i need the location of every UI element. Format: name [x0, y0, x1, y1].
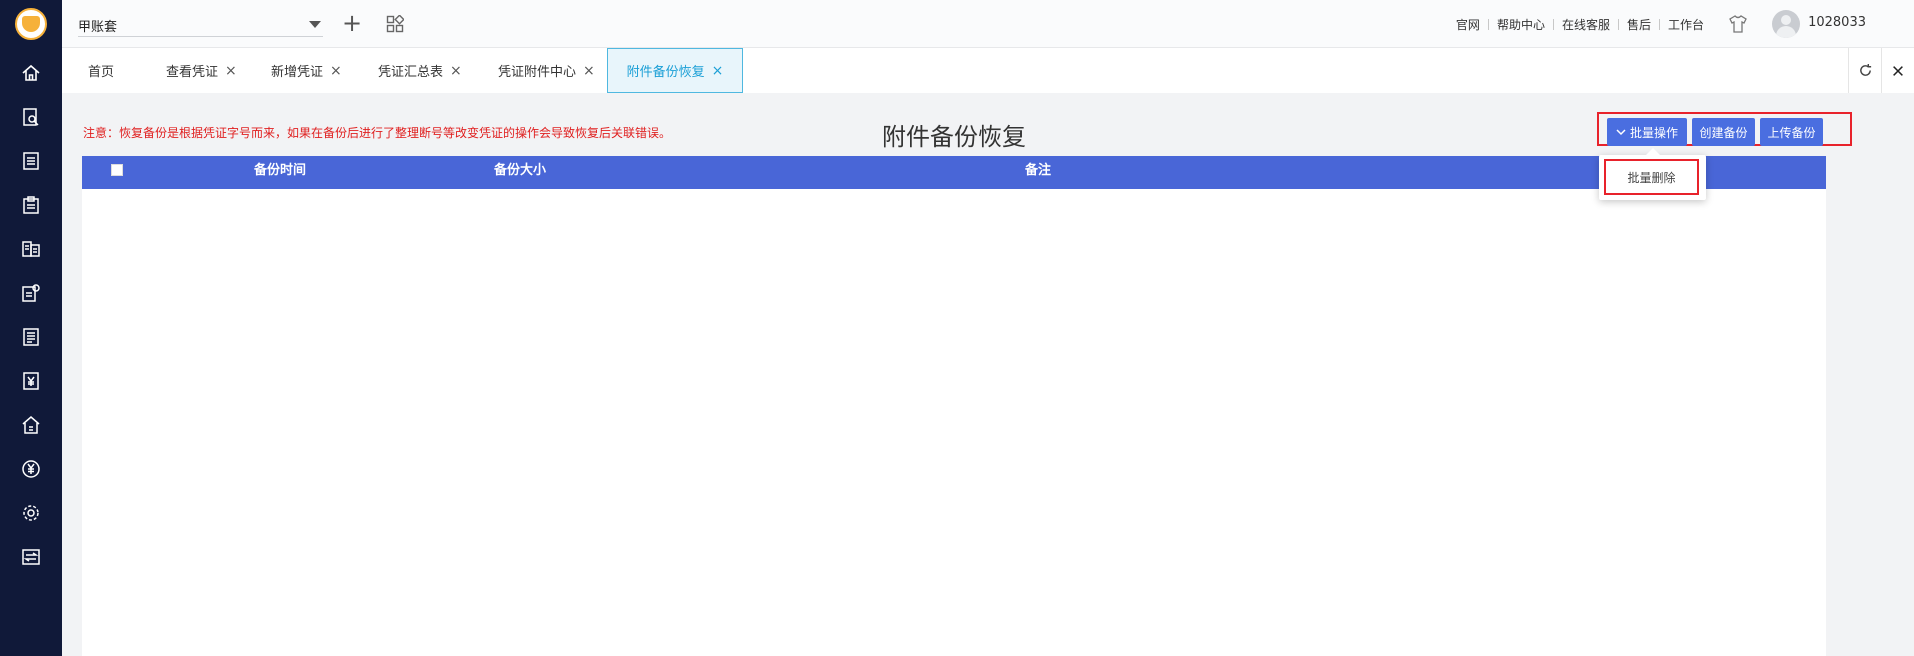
account-book-value: 甲账套 [78, 20, 118, 35]
tab-label: 查看凭证 [166, 65, 219, 80]
divider [1487, 19, 1489, 30]
tab-attachment-backup-restore[interactable]: 附件备份恢复 × [607, 48, 743, 93]
tab-label: 新增凭证 [271, 65, 324, 80]
yen-circle-icon[interactable] [19, 457, 43, 481]
avatar-body [1776, 26, 1796, 38]
main-content: 注意：恢复备份是根据凭证字号而来，如果在备份后进行了整理断号等改变凭证的操作会导… [62, 93, 1914, 656]
user-id[interactable]: 1028033 [1808, 15, 1866, 30]
transfer-icon[interactable] [19, 545, 43, 569]
building-icon[interactable] [19, 413, 43, 437]
batch-delete-menu-item[interactable]: 批量删除 [1604, 159, 1699, 195]
dropdown-arrow [1646, 148, 1660, 155]
tab-attachment-center[interactable]: 凭证附件中心 × [498, 48, 595, 93]
divider [1552, 19, 1554, 30]
trophy-icon [22, 16, 40, 32]
top-link-after-sales[interactable]: 售后 [1627, 16, 1651, 33]
column-header-backup-size[interactable]: 备份大小 [494, 156, 546, 189]
tab-label: 首页 [88, 65, 115, 80]
apps-grid-icon[interactable] [386, 14, 405, 33]
button-label: 创建备份 [1699, 125, 1748, 140]
add-icon[interactable]: + [340, 11, 364, 36]
tabs-bar: 首页 查看凭证 × 新增凭证 × 凭证汇总表 × 凭证附件中心 × 附件备份恢复… [62, 48, 1914, 93]
close-all-button[interactable] [1881, 48, 1914, 93]
tab-home[interactable]: 首页 [88, 48, 114, 93]
divider [1658, 19, 1660, 30]
skin-shirt-icon[interactable] [1728, 14, 1748, 34]
yen-document-icon[interactable] [19, 369, 43, 393]
refresh-button[interactable] [1848, 48, 1881, 93]
table-body [82, 189, 1826, 656]
book-icon[interactable] [19, 237, 43, 261]
refresh-icon [1859, 63, 1871, 76]
account-book-select[interactable]: 甲账套 [78, 12, 323, 37]
close-icon [1893, 65, 1903, 76]
close-icon[interactable]: × [712, 63, 724, 79]
top-links: 官网 帮助中心 在线客服 售后 工作台 [1456, 16, 1704, 33]
batch-operation-dropdown: 批量删除 [1599, 148, 1706, 200]
voucher-search-icon[interactable] [19, 105, 43, 129]
top-link-online-support[interactable]: 在线客服 [1562, 16, 1610, 33]
tab-view-voucher[interactable]: 查看凭证 × [166, 48, 237, 93]
report-settings-icon[interactable] [19, 281, 43, 305]
ledger-icon[interactable] [19, 149, 43, 173]
column-header-remark[interactable]: 备注 [1025, 156, 1051, 189]
tab-voucher-summary[interactable]: 凭证汇总表 × [378, 48, 462, 93]
sidebar [0, 0, 62, 656]
avatar[interactable] [1772, 10, 1800, 38]
batch-operation-button[interactable]: 批量操作 [1607, 118, 1687, 146]
top-link-help-center[interactable]: 帮助中心 [1497, 16, 1545, 33]
upload-backup-button[interactable]: 上传备份 [1760, 118, 1823, 146]
create-backup-button[interactable]: 创建备份 [1692, 118, 1755, 146]
button-label: 批量操作 [1629, 125, 1678, 140]
settings-icon[interactable] [19, 501, 43, 525]
list-icon[interactable] [19, 325, 43, 349]
close-icon[interactable]: × [583, 63, 595, 79]
select-all-checkbox[interactable] [111, 164, 123, 176]
tab-label: 凭证附件中心 [498, 65, 577, 80]
app-logo[interactable] [15, 8, 47, 40]
tab-label: 凭证汇总表 [378, 65, 444, 80]
column-header-backup-time[interactable]: 备份时间 [254, 156, 306, 189]
page-title: 附件备份恢复 [882, 123, 1026, 151]
tab-new-voucher[interactable]: 新增凭证 × [271, 48, 342, 93]
tab-label: 附件备份恢复 [626, 65, 705, 80]
divider [1617, 19, 1619, 30]
close-icon[interactable]: × [450, 63, 462, 79]
chevron-down-icon [309, 21, 321, 28]
notice-text: 注意：恢复备份是根据凭证字号而来，如果在备份后进行了整理断号等改变凭证的操作会导… [83, 126, 672, 140]
close-icon[interactable]: × [225, 63, 237, 79]
button-label: 上传备份 [1767, 125, 1816, 140]
top-link-official-site[interactable]: 官网 [1456, 16, 1480, 33]
clipboard-icon[interactable] [19, 193, 43, 217]
home-icon[interactable] [19, 61, 43, 85]
action-button-group: 批量操作 创建备份 上传备份 [1597, 112, 1852, 146]
top-bar: 甲账套 + 官网 帮助中心 在线客服 售后 工作台 1028033 [62, 0, 1914, 48]
avatar-head [1781, 15, 1791, 25]
top-link-workbench[interactable]: 工作台 [1668, 16, 1704, 33]
chevron-down-icon [1616, 129, 1626, 136]
close-icon[interactable]: × [330, 63, 342, 79]
table-header: 备份时间 备份大小 备注 [82, 156, 1826, 189]
